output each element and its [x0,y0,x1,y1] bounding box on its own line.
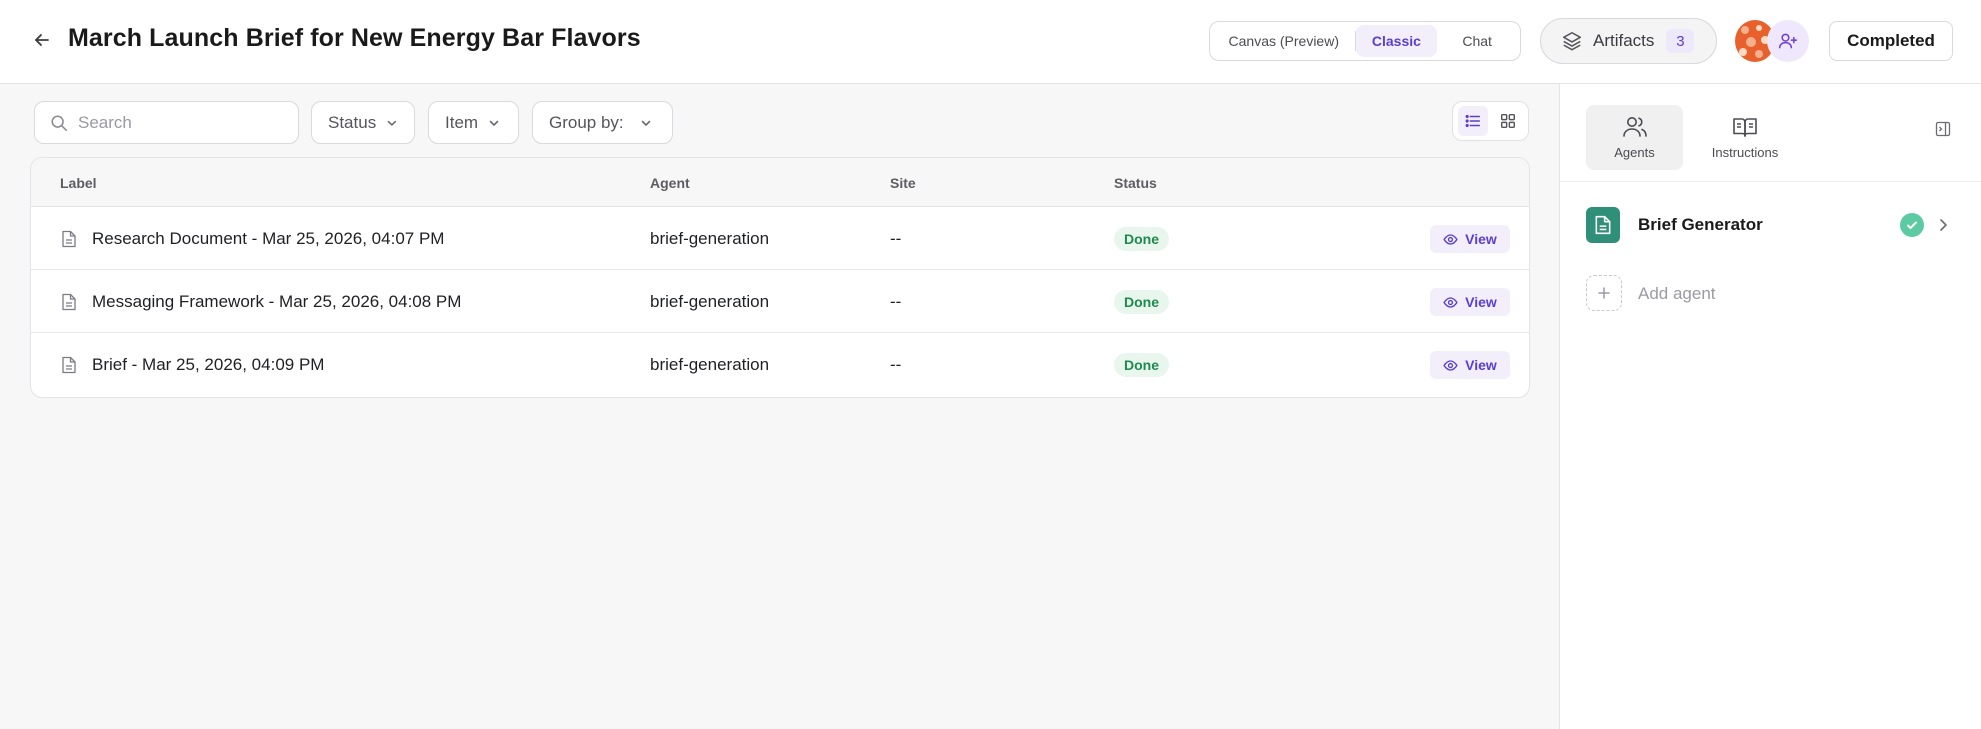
column-header-site: Site [890,175,916,191]
agent-item-brief-generator[interactable]: Brief Generator [1586,206,1958,244]
row-site: -- [890,229,902,248]
document-icon [62,293,76,311]
row-agent: brief-generation [650,292,770,311]
row-label: Messaging Framework - Mar 25, 2026, 04:0… [92,292,462,311]
document-icon [1586,207,1620,243]
add-user-button[interactable] [1767,20,1809,62]
document-icon [62,356,76,374]
document-icon [62,230,76,248]
grid-view-button[interactable] [1493,106,1523,136]
chevron-down-icon [641,120,650,126]
completed-status-button[interactable]: Completed [1829,21,1953,61]
eye-icon [1443,296,1458,308]
book-open-icon [1733,118,1757,137]
artifacts-table: Label Agent Site Status Research Documen… [30,157,1530,398]
collapse-panel-button[interactable] [1932,118,1954,140]
view-option-canvas[interactable]: Canvas (Preview) [1213,25,1355,57]
add-agent-button[interactable]: Add agent [1586,275,1786,313]
row-agent: brief-generation [650,229,770,248]
row-site: -- [890,292,902,311]
view-button-label: View [1465,357,1497,373]
column-header-label: Label [60,175,97,191]
panel-collapse-icon [1935,121,1951,137]
table-row[interactable]: Messaging Framework - Mar 25, 2026, 04:0… [31,270,1529,333]
view-button-label: View [1465,231,1497,247]
grid-icon [1500,113,1516,129]
plus-icon [1586,275,1622,311]
tab-agents[interactable]: Agents [1586,105,1683,170]
list-view-button[interactable] [1458,106,1488,136]
layout-switch [1452,101,1529,141]
chevron-down-icon [489,120,499,126]
status-badge: Done [1114,290,1169,314]
artifacts-label: Artifacts [1593,31,1655,50]
status-badge: Done [1114,353,1169,377]
group-by-label: Group by: [549,112,624,132]
view-mode-toggle: Canvas (Preview) Classic Chat [1209,21,1521,61]
agents-side-panel: Agents Instructions Brief Generator Add … [1559,84,1981,729]
tab-instructions[interactable]: Instructions [1697,105,1793,170]
artifacts-count-badge: 3 [1666,29,1695,53]
row-agent: brief-generation [650,355,770,374]
table-row[interactable]: Research Document - Mar 25, 2026, 04:07 … [31,207,1529,270]
layers-icon [1562,31,1582,51]
row-label: Brief - Mar 25, 2026, 04:09 PM [92,355,325,374]
column-header-agent: Agent [650,175,690,191]
chevron-right-icon [1940,219,1947,231]
row-label: Research Document - Mar 25, 2026, 04:07 … [92,229,445,248]
status-filter-dropdown[interactable]: Status [311,101,415,144]
view-button[interactable]: View [1430,225,1510,253]
eye-icon [1443,233,1458,245]
search-field[interactable] [34,101,299,144]
back-button[interactable] [28,26,56,54]
table-row[interactable]: Brief - Mar 25, 2026, 04:09 PM brief-gen… [31,333,1529,396]
artifacts-button[interactable]: Artifacts 3 [1540,18,1717,64]
add-agent-label: Add agent [1638,284,1716,303]
status-badge: Done [1114,227,1169,251]
page-title: March Launch Brief for New Energy Bar Fl… [68,24,641,52]
status-filter-label: Status [328,112,377,132]
list-icon [1465,114,1481,128]
row-site: -- [890,355,902,374]
view-option-chat[interactable]: Chat [1437,25,1517,57]
users-icon [1622,117,1647,137]
search-icon [51,114,67,131]
item-filter-label: Item [445,112,479,132]
view-button-label: View [1465,294,1497,310]
search-input[interactable] [78,112,278,133]
group-by-dropdown[interactable]: Group by: [532,101,673,144]
arrow-left-icon [35,34,49,46]
item-filter-dropdown[interactable]: Item [428,101,519,144]
panel-divider [1560,181,1981,182]
view-option-classic[interactable]: Classic [1355,25,1438,57]
eye-icon [1443,359,1458,371]
column-header-status: Status [1114,175,1157,191]
tab-instructions-label: Instructions [1711,145,1779,160]
view-button[interactable]: View [1430,351,1510,379]
user-plus-icon [1778,33,1798,49]
check-icon [1900,213,1924,237]
table-header: Label Agent Site Status [31,158,1529,207]
view-button[interactable]: View [1430,288,1510,316]
tab-agents-label: Agents [1614,145,1655,160]
app-header: March Launch Brief for New Energy Bar Fl… [0,0,1981,84]
agent-name: Brief Generator [1638,215,1763,234]
chevron-down-icon [387,120,397,126]
